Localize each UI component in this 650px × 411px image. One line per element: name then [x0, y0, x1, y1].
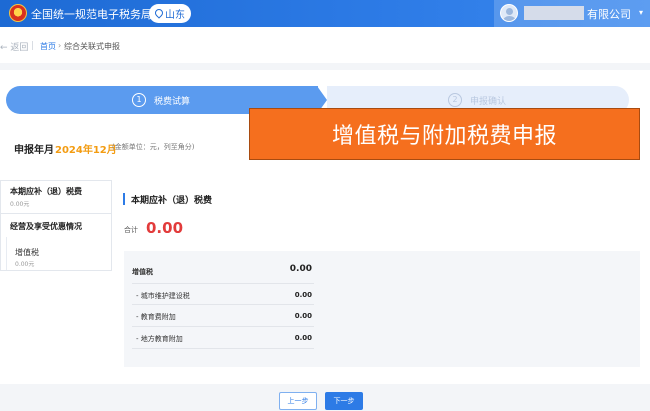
row-divider	[132, 348, 314, 349]
tax-detail-panel	[124, 251, 640, 367]
region-selector[interactable]: 山东	[149, 4, 191, 23]
chevron-down-icon[interactable]: ▾	[639, 8, 643, 17]
nav-item-vat[interactable]: 增值税	[15, 247, 39, 258]
location-pin-icon	[154, 9, 162, 19]
site-title[interactable]: 全国统一规范电子税务局	[31, 6, 152, 22]
period-label: 申报年月	[14, 145, 54, 156]
back-link[interactable]: ← 返回	[0, 40, 28, 53]
top-header: 全国统一规范电子税务局 山东 有限公司 ▾	[0, 0, 650, 27]
row-divider	[132, 283, 314, 284]
redacted-company-name	[524, 6, 584, 20]
currency-note: (金额单位：元，列至角分)	[112, 143, 195, 151]
step-label: 税费试算	[154, 97, 191, 107]
next-step-button[interactable]: 下一步	[325, 392, 363, 410]
row-label-vat: 增值税	[132, 268, 153, 276]
nav-item-business-situation[interactable]: 经营及享受优惠情况	[10, 221, 82, 232]
breadcrumb-current: 综合关联式申报	[64, 42, 120, 51]
row-value-city-tax: 0.00	[294, 291, 312, 299]
divider	[0, 213, 112, 214]
tax-emblem-icon	[9, 4, 27, 22]
breadcrumb-separator: ›	[58, 41, 62, 50]
row-divider	[132, 326, 314, 327]
section-title: 本期应补（退）税费	[131, 196, 213, 206]
row-divider	[132, 304, 314, 305]
nav-item-vat-amount: 0.00元	[15, 261, 35, 268]
total-label: 合计	[124, 226, 138, 234]
row-label-city-tax: - 城市维护建设税	[136, 292, 190, 300]
divider	[32, 41, 33, 50]
prev-step-button[interactable]: 上一步	[279, 392, 317, 410]
step-label: 申报确认	[470, 97, 507, 107]
step-number: 2	[448, 93, 462, 107]
user-menu[interactable]: 有限公司 ▾	[494, 0, 650, 27]
company-name-suffix: 有限公司	[587, 8, 631, 21]
nav-item-payable-amount: 0.00元	[10, 201, 30, 208]
page-title-banner: 增值税与附加税费申报	[249, 108, 640, 160]
row-value-vat: 0.00	[289, 264, 312, 274]
breadcrumb-home-link[interactable]: 首页	[40, 41, 56, 52]
avatar	[500, 4, 518, 22]
step-number: 1	[132, 93, 146, 107]
period-value: 2024年12月	[55, 145, 117, 156]
section-marker	[123, 193, 125, 205]
row-value-edu-surcharge: 0.00	[294, 312, 312, 320]
row-label-local-edu: - 地方教育附加	[136, 335, 183, 343]
row-label-edu-surcharge: - 教育费附加	[136, 313, 176, 321]
nav-item-payable[interactable]: 本期应补（退）税费	[10, 186, 82, 197]
row-value-local-edu: 0.00	[294, 334, 312, 342]
total-value: 0.00	[146, 219, 184, 237]
region-label: 山东	[165, 10, 185, 21]
breadcrumb: ← 返回 首页 › 综合关联式申报	[0, 27, 650, 63]
